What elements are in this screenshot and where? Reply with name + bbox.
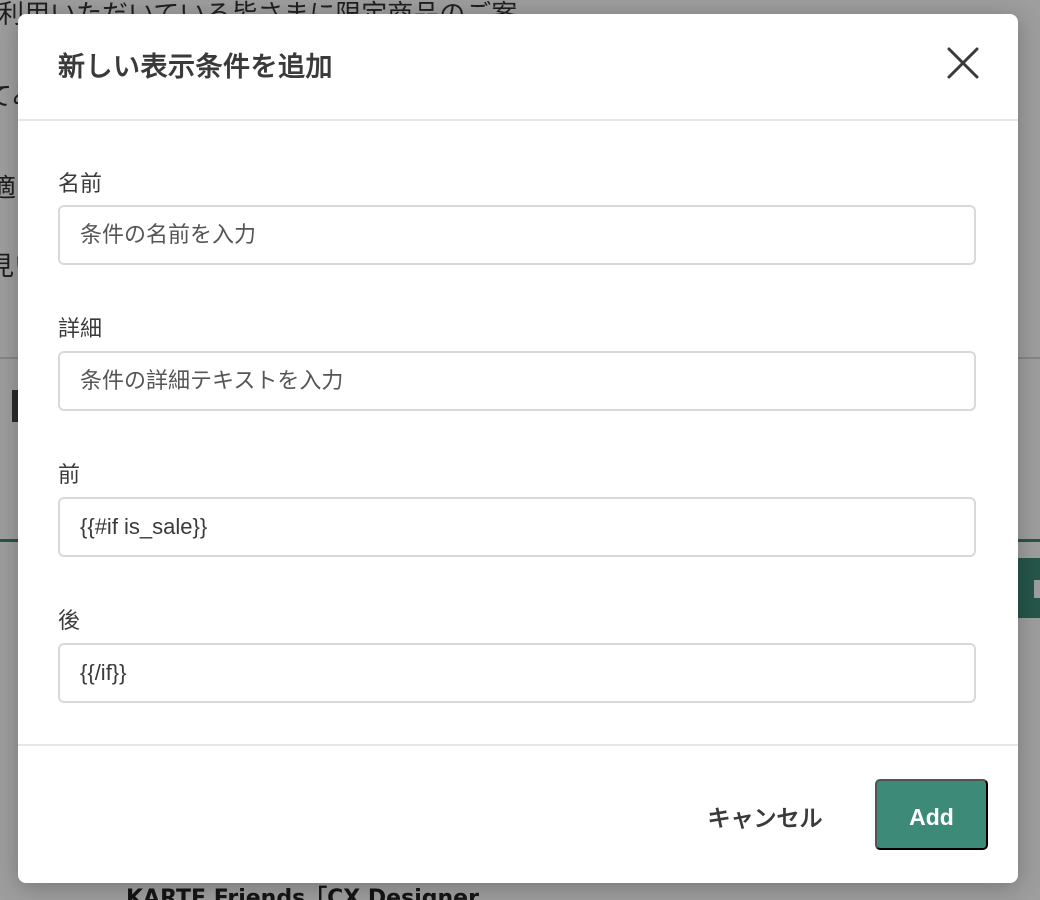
close-button[interactable] <box>942 42 984 84</box>
detail-input[interactable] <box>58 351 976 411</box>
dialog-title: 新しい表示条件を追加 <box>58 52 333 83</box>
before-input[interactable] <box>58 497 976 557</box>
name-input[interactable] <box>58 205 976 265</box>
after-label: 後 <box>58 609 81 634</box>
detail-label: 詳細 <box>58 317 103 342</box>
dialog-footer: キャンセル Add <box>18 744 1018 883</box>
close-icon <box>947 47 979 79</box>
dialog-header: 新しい表示条件を追加 <box>18 14 1018 121</box>
add-button[interactable]: Add <box>875 779 988 850</box>
before-label: 前 <box>58 463 81 488</box>
cancel-button[interactable]: キャンセル <box>690 792 840 844</box>
after-input[interactable] <box>58 643 976 703</box>
name-label: 名前 <box>58 172 103 197</box>
add-condition-dialog: 新しい表示条件を追加 名前 詳細 前 後 キャンセル Add <box>18 14 1018 883</box>
